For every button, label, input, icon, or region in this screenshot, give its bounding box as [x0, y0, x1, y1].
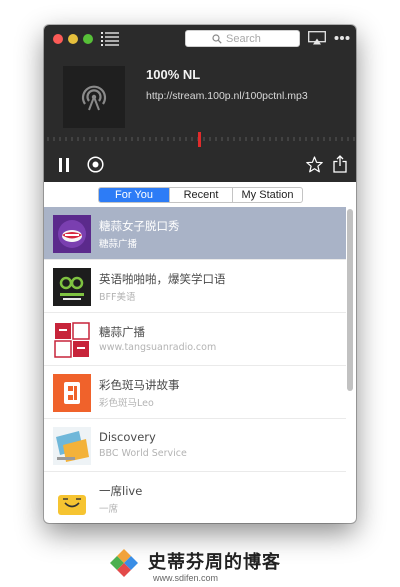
app-window: 100% NL http://stream.100p.nl/100pctnl.m… — [44, 25, 356, 523]
station-name: 英语啪啪啪，爆笑学口语 — [99, 272, 226, 286]
tab-my-station[interactable]: My Station — [232, 188, 302, 202]
station-name: Discovery — [99, 430, 156, 444]
progress-scrubber[interactable] — [44, 128, 356, 148]
progress-marker — [198, 132, 201, 147]
station-row[interactable]: 英语啪啪啪，爆笑学口语 BFF美语 — [44, 260, 346, 313]
title-bar — [44, 25, 356, 53]
station-name: 糖蒜广播 — [99, 325, 145, 339]
zoom-window-button[interactable] — [83, 34, 93, 44]
station-subtitle: BFF美语 — [99, 292, 136, 303]
station-thumbnail — [53, 268, 91, 306]
player-panel: 100% NL http://stream.100p.nl/100pctnl.m… — [44, 25, 356, 182]
station-subtitle: www.tangsuanradio.com — [99, 342, 217, 353]
list-icon[interactable] — [101, 32, 119, 46]
station-name: 一席live — [99, 484, 143, 498]
station-row[interactable]: 糖蒜女子脱口秀 糖蒜广播 — [44, 207, 346, 260]
tab-recent[interactable]: Recent — [169, 188, 232, 202]
pause-icon[interactable] — [57, 158, 71, 172]
minimize-window-button[interactable] — [68, 34, 78, 44]
more-options-icon[interactable] — [334, 32, 350, 44]
station-subtitle: BBC World Service — [99, 448, 187, 459]
station-name: 糖蒜女子脱口秀 — [99, 219, 180, 233]
station-thumbnail — [53, 374, 91, 412]
blog-name: 史蒂芬周的博客 — [148, 552, 281, 573]
station-thumbnail — [53, 321, 91, 359]
station-subtitle: 糖蒜广播 — [99, 239, 138, 250]
station-name: 彩色斑马讲故事 — [99, 378, 180, 392]
search-icon — [212, 34, 222, 44]
station-list: 糖蒜女子脱口秀 糖蒜广播 英语啪啪啪，爆笑学口语 BFF美语 糖蒜广播 www.… — [44, 207, 346, 523]
star-icon[interactable] — [306, 156, 323, 173]
blog-logo — [110, 549, 138, 577]
search-box[interactable] — [185, 30, 300, 47]
station-thumbnail — [53, 215, 91, 253]
search-input[interactable] — [226, 32, 296, 46]
station-subtitle: 一席 — [99, 504, 119, 515]
broadcast-icon — [81, 85, 107, 111]
station-subtitle: 彩色斑马Leo — [99, 398, 154, 409]
now-playing-title: 100% NL — [146, 67, 201, 82]
now-playing-url: http://stream.100p.nl/100pctnl.mp3 — [146, 90, 308, 102]
station-artwork — [63, 66, 125, 128]
list-scrollbar[interactable] — [347, 209, 353, 391]
station-thumbnail — [53, 480, 91, 518]
tab-for-you[interactable]: For You — [99, 188, 169, 202]
station-row[interactable]: 糖蒜广播 www.tangsuanradio.com — [44, 313, 346, 366]
blog-url: www.sdifen.com — [153, 573, 219, 583]
station-row[interactable]: 一席live 一席 — [44, 472, 346, 523]
station-thumbnail — [53, 427, 91, 465]
station-row[interactable]: Discovery BBC World Service — [44, 419, 346, 472]
station-row[interactable]: 彩色斑马讲故事 彩色斑马Leo — [44, 366, 346, 419]
airplay-icon[interactable] — [308, 31, 326, 45]
close-window-button[interactable] — [53, 34, 63, 44]
record-icon[interactable] — [87, 156, 104, 173]
section-tabs: For You Recent My Station — [98, 187, 303, 203]
share-icon[interactable] — [333, 155, 347, 173]
